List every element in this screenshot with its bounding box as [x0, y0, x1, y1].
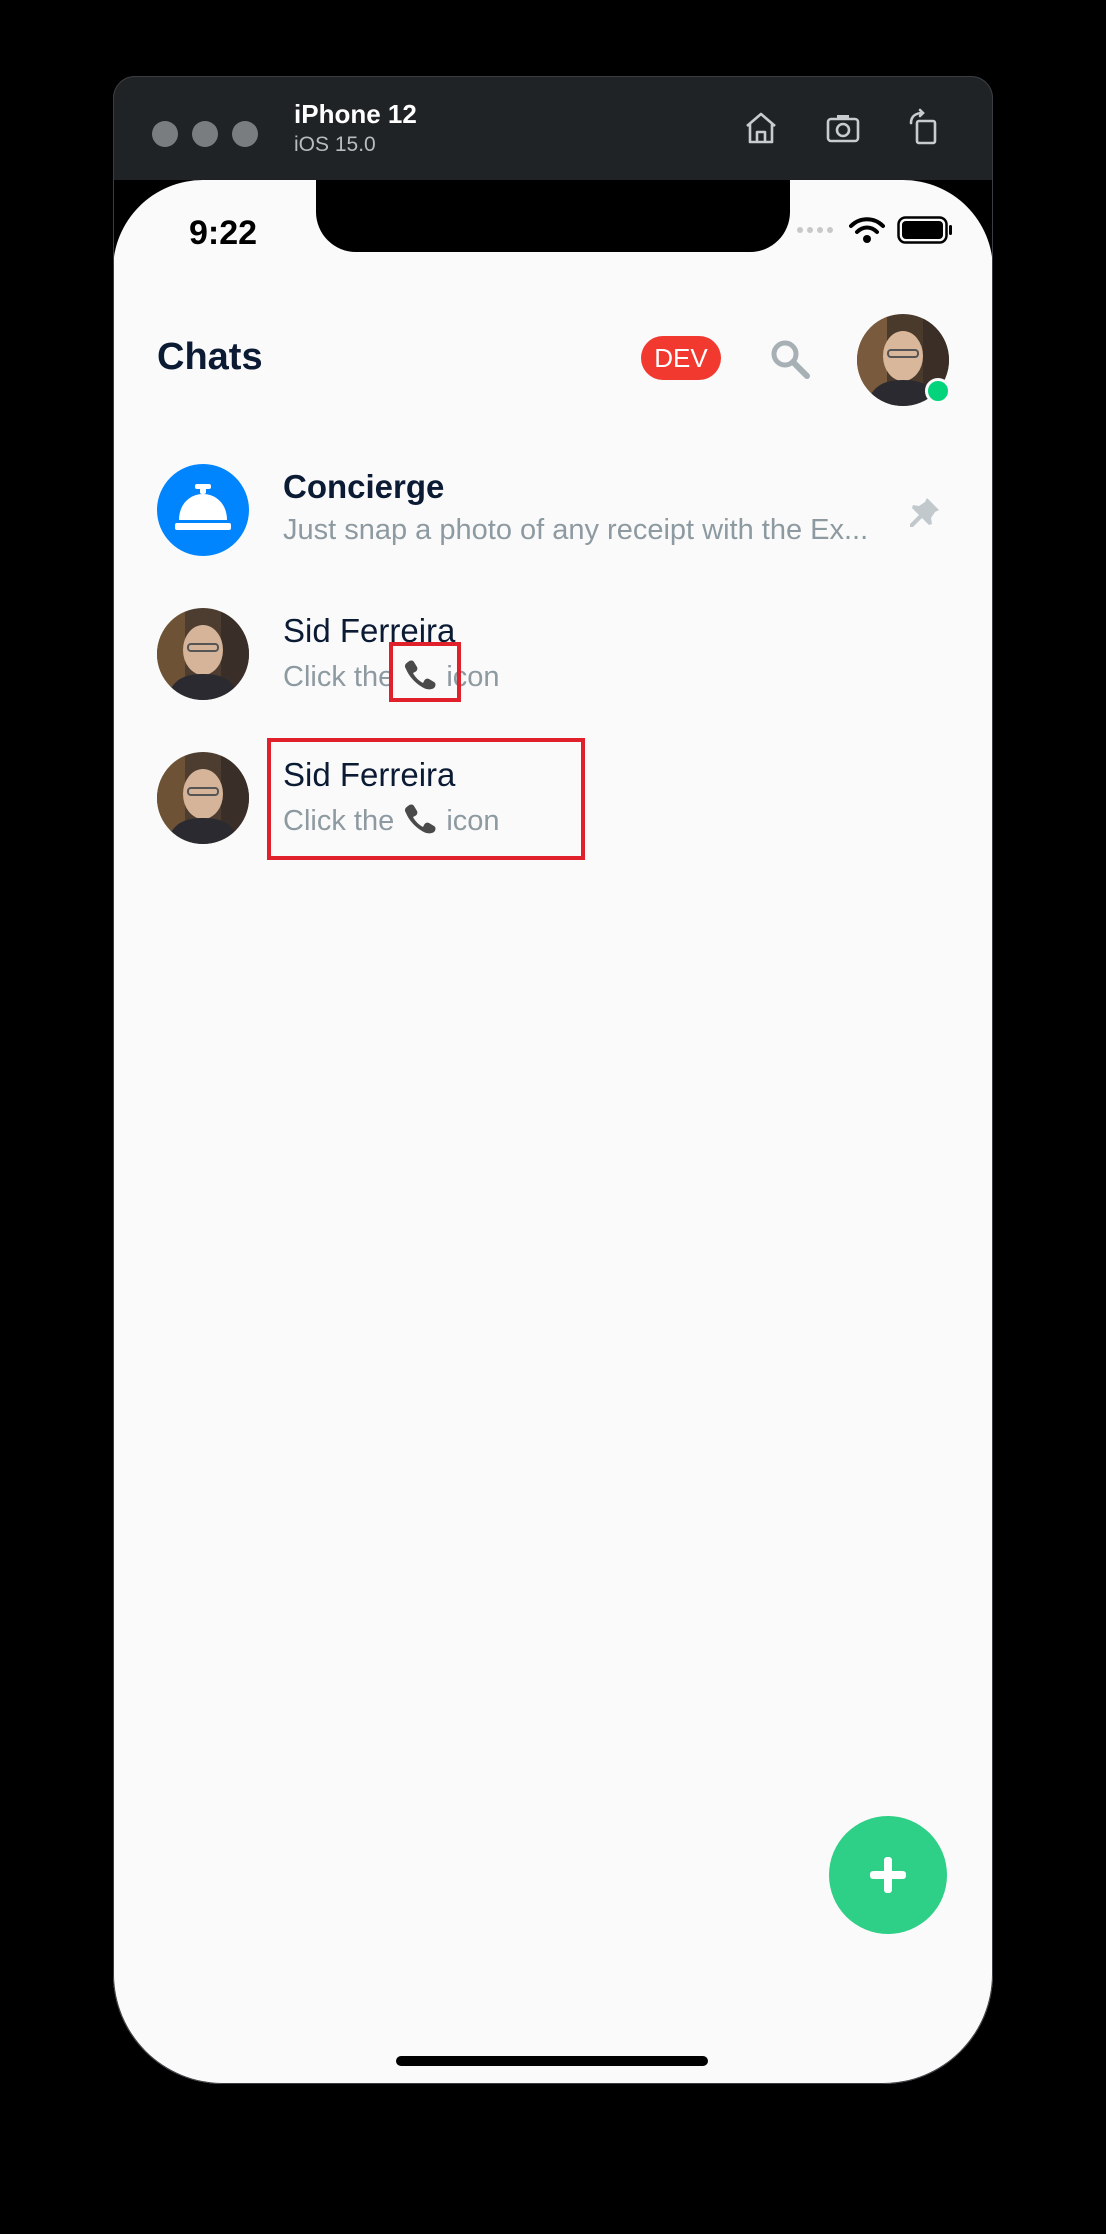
device-name: iPhone 12 — [294, 99, 417, 129]
home-indicator[interactable] — [396, 2056, 708, 2066]
status-time: 9:22 — [189, 214, 258, 252]
os-version: iOS 15.0 — [294, 133, 376, 156]
window-zoom-dot[interactable] — [232, 121, 258, 147]
list-item-chat[interactable]: Sid Ferreira Click the icon — [113, 588, 993, 718]
window-minimize-dot[interactable] — [192, 121, 218, 147]
chat-name: Concierge — [283, 468, 445, 505]
signal-icon — [797, 227, 833, 233]
pin-icon — [907, 494, 943, 530]
home-icon[interactable] — [738, 105, 784, 151]
highlight-box-chat-text — [267, 738, 585, 860]
page-title: Chats — [157, 336, 263, 378]
wifi-icon — [849, 217, 885, 243]
list-item-concierge[interactable]: Concierge Just snap a photo of any recei… — [113, 444, 993, 574]
phone-screen: 9:22 Chats DEV Concierge Just snap a pho… — [113, 180, 993, 2084]
battery-icon — [897, 216, 952, 244]
status-icons — [795, 216, 953, 244]
search-icon[interactable] — [767, 336, 813, 382]
avatar — [157, 608, 249, 700]
simulator-toolbar: iPhone 12 iOS 15.0 — [113, 76, 993, 180]
rotate-icon[interactable] — [902, 105, 948, 151]
new-chat-button[interactable] — [829, 1816, 947, 1934]
screenshot-icon[interactable] — [820, 105, 866, 151]
preview-text-before: Click the — [283, 661, 403, 693]
notch — [316, 180, 790, 252]
dev-badge: DEV — [641, 336, 721, 380]
plus-icon — [870, 1857, 906, 1893]
avatar — [157, 752, 249, 844]
window-close-dot[interactable] — [152, 121, 178, 147]
highlight-box-phone-icon — [389, 642, 461, 702]
concierge-bell-icon — [157, 464, 249, 556]
online-status-dot — [925, 378, 951, 404]
chat-preview: Just snap a photo of any receipt with th… — [283, 514, 869, 546]
